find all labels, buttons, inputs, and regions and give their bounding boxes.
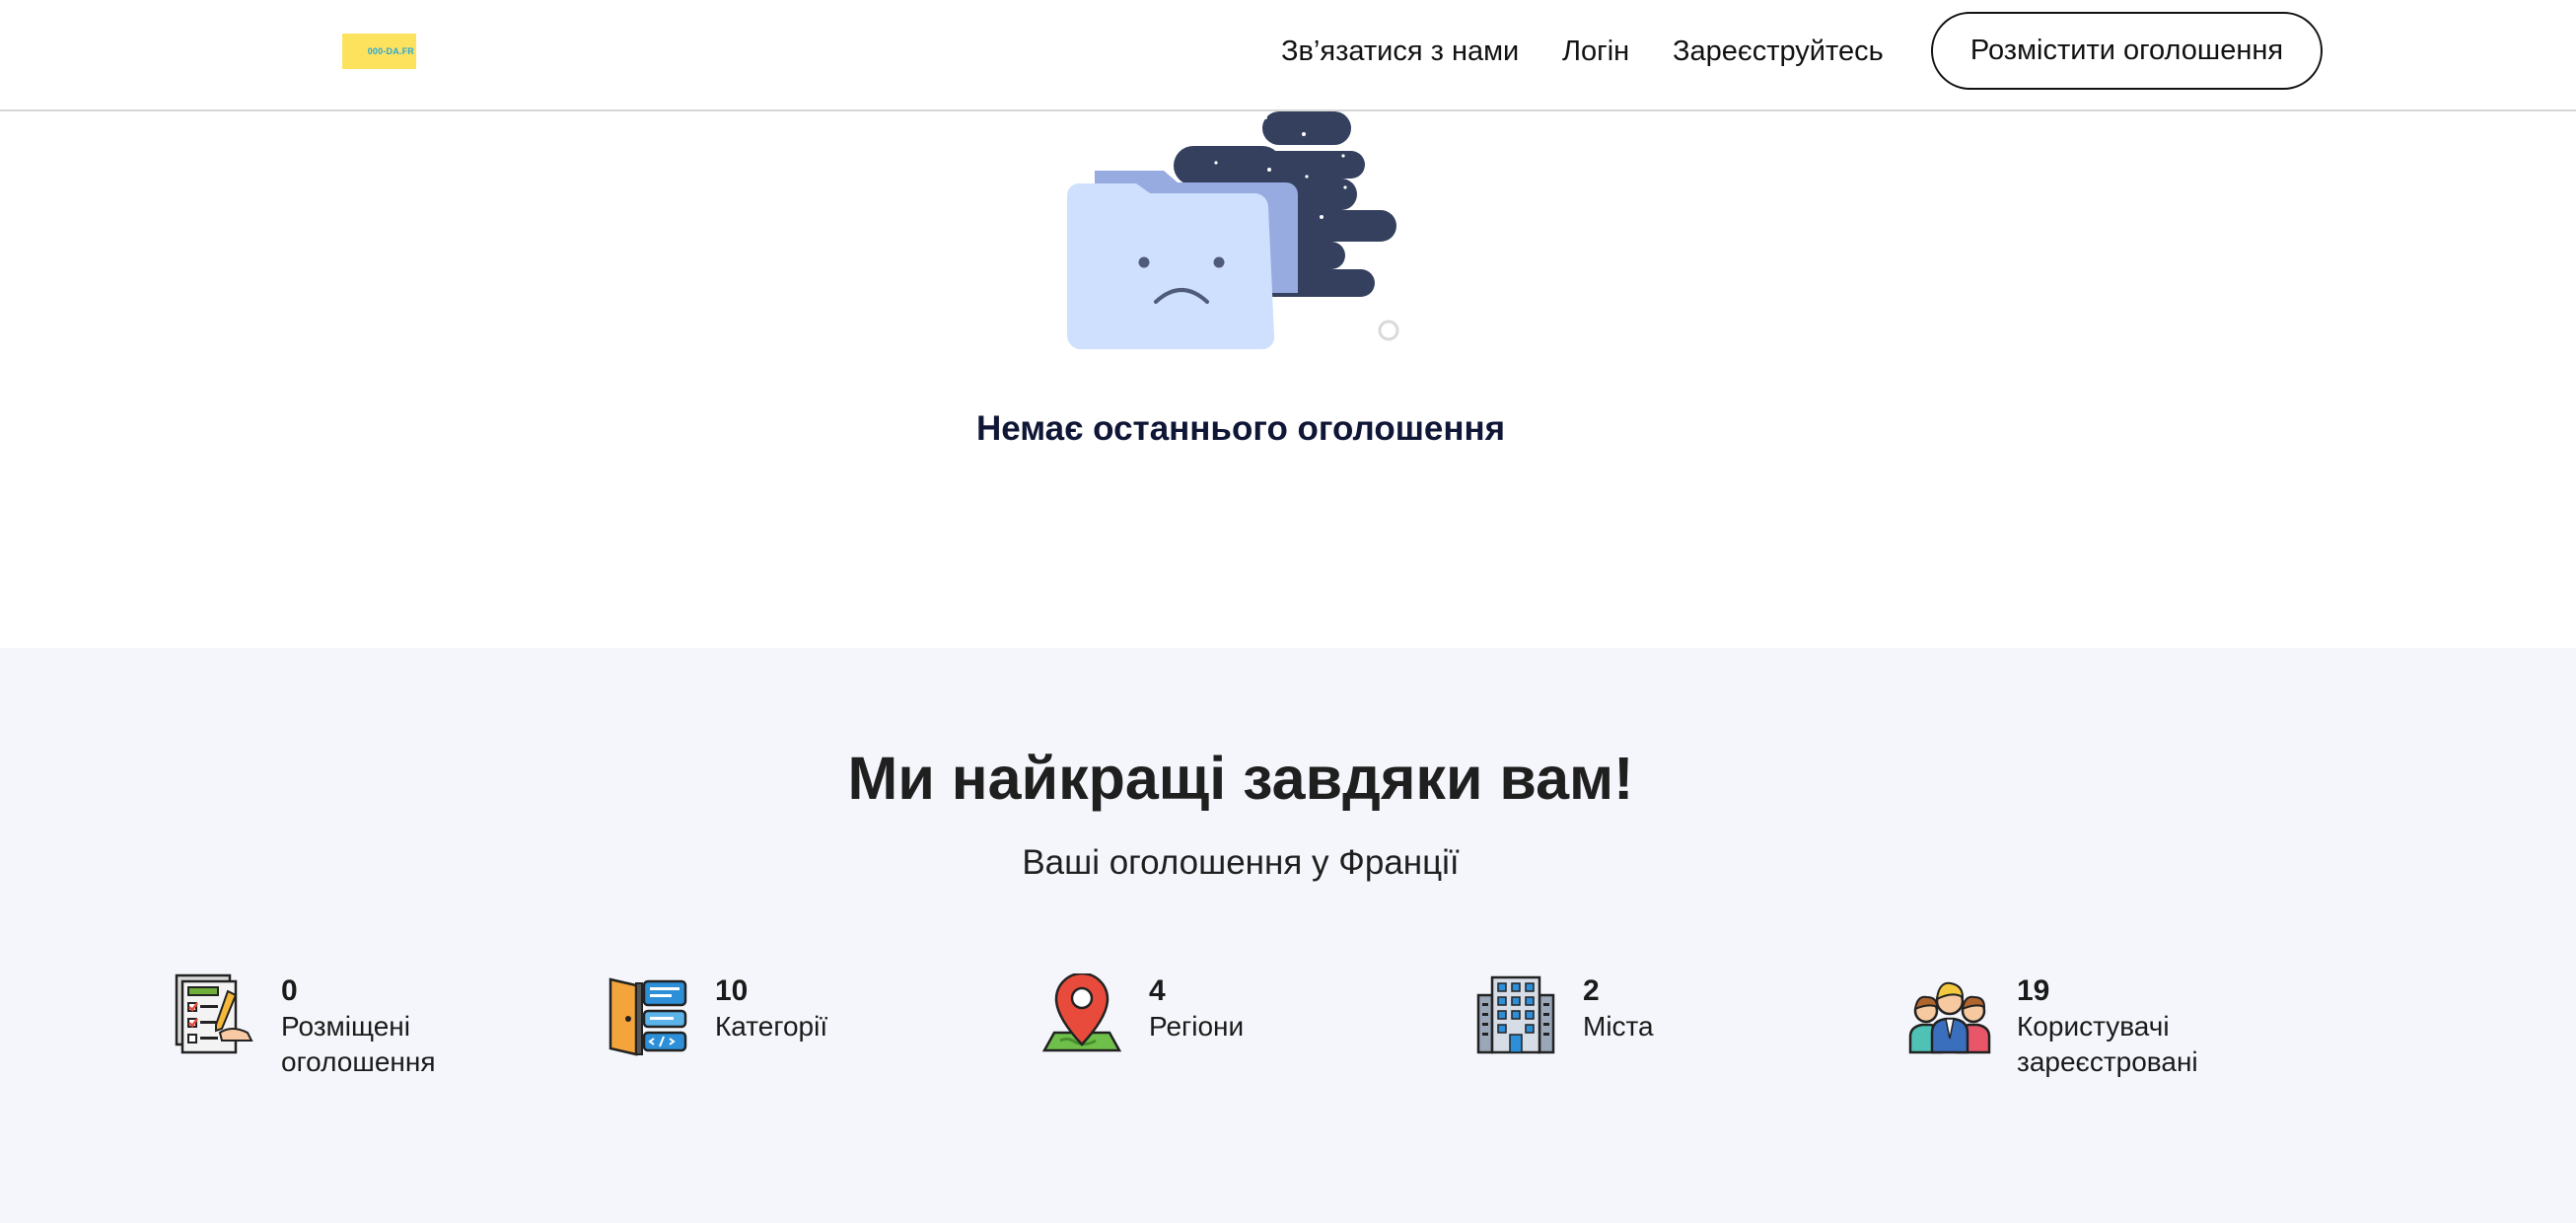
site-header: 000-DA.FR Зв’язатися з нами Логін Зареєс… <box>0 0 2576 111</box>
stats-section: Ми найкращі завдяки вам! Ваші оголошення… <box>0 648 2576 1223</box>
stat-cities-value: 2 <box>1583 974 1600 1007</box>
stat-users-label: Користувачі зареєстровані <box>2017 1011 2198 1077</box>
stat-regions-value: 4 <box>1149 974 1166 1007</box>
sad-folder-illustration <box>1066 111 1399 350</box>
nav-register-link[interactable]: Зареєструйтесь <box>1673 32 1884 71</box>
logo-text: 000-DA.FR <box>367 46 414 56</box>
stat-posted-ads-label: Розміщені оголошення <box>281 1011 436 1077</box>
users-group-icon <box>1908 981 1991 1054</box>
door-categories-icon <box>608 977 687 1056</box>
stat-categories-value: 10 <box>715 974 749 1007</box>
empty-state-title: Немає останнього оголошення <box>975 409 1506 448</box>
nav-login-link[interactable]: Логін <box>1562 32 1629 71</box>
nav-contact-link[interactable]: Зв’язатися з нами <box>1281 32 1519 71</box>
stat-posted-ads-value: 0 <box>281 974 298 1007</box>
site-logo[interactable]: 000-DA.FR <box>342 34 416 69</box>
stat-regions-label: Регіони <box>1149 1011 1245 1042</box>
stats-subheading: Ваші оголошення у Франції <box>1022 843 1460 882</box>
map-pin-icon <box>1041 973 1122 1052</box>
stat-users-value: 19 <box>2017 974 2050 1007</box>
building-icon <box>1476 975 1555 1054</box>
stats-heading: Ми найкращі завдяки вам! <box>847 745 1634 812</box>
stat-cities-label: Міста <box>1583 1011 1654 1042</box>
post-ad-button[interactable]: Розмістити оголошення <box>1931 12 2323 90</box>
stat-categories-label: Категорії <box>715 1011 828 1042</box>
checklist-icon <box>175 973 253 1054</box>
